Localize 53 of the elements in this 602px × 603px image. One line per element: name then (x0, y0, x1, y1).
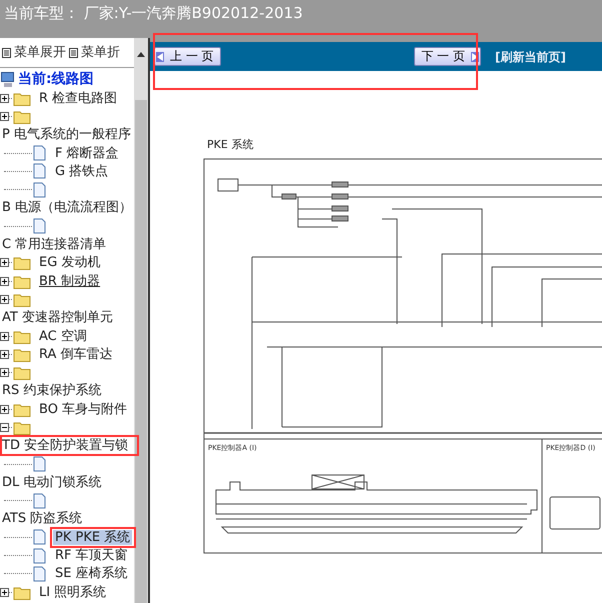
tree-item-label[interactable]: R 检查电路图 (37, 90, 120, 106)
expand-icon[interactable] (0, 257, 13, 268)
refresh-link[interactable]: [刷新当前页] (495, 48, 566, 66)
expand-icon[interactable] (0, 294, 13, 305)
tree-item-label[interactable]: LI 照明系统 (37, 584, 108, 600)
document-icon (32, 182, 47, 198)
next-page-button[interactable]: 下 一 页 (414, 47, 482, 66)
diagram-title: PKE 系统 (207, 137, 254, 153)
tree-item-label[interactable]: B 电源（电流流程图） (0, 200, 134, 216)
document-icon (32, 566, 47, 582)
scroll-up-icon (137, 52, 145, 57)
expand-icon[interactable] (0, 348, 13, 360)
document-icon (32, 529, 47, 546)
expand-icon[interactable] (0, 367, 13, 378)
tree-item-label[interactable]: RS 约束保护系统 (0, 383, 104, 398)
document-icon (32, 145, 47, 162)
scrollbar-thumb[interactable] (135, 100, 147, 603)
tree-item-label[interactable]: EG 发动机 (37, 255, 102, 270)
expand-icon[interactable] (0, 404, 13, 415)
collapse-icon[interactable] (0, 422, 13, 433)
expand-icon[interactable] (0, 92, 13, 104)
current-page-label: 当前:线路图 (18, 72, 94, 86)
tree-item-label[interactable]: SE 座椅系统 (53, 566, 130, 582)
document-icon (32, 163, 47, 180)
document-icon (32, 548, 47, 564)
previous-page-button[interactable]: 上 一 页 (154, 47, 221, 66)
scrollbar[interactable] (134, 38, 148, 603)
expand-icon[interactable] (0, 586, 13, 598)
list-icon (69, 48, 78, 58)
document-icon (32, 218, 47, 234)
tree-item-label[interactable]: AT 变速器控制单元 (0, 310, 115, 326)
expand-icon[interactable] (0, 276, 13, 287)
menu-link[interactable]: 菜单展开 (14, 42, 66, 62)
tree-item-label[interactable]: PK PKE 系统 (53, 530, 132, 545)
document-icon (32, 456, 47, 472)
tree-item-label[interactable]: F 熔断器盒 (53, 146, 121, 161)
document-icon (32, 492, 47, 509)
tree-item-label[interactable]: G 搭铁点 (53, 164, 110, 179)
tree-item-label[interactable]: ATS 防盗系统 (0, 511, 84, 526)
expand-icon[interactable] (0, 330, 13, 342)
tree-item-label[interactable]: BR 制动器 (37, 274, 102, 289)
left-arrow-icon (156, 52, 164, 62)
tree-item-label[interactable]: TD 安全防护装置与锁 (0, 438, 130, 454)
tree-item-label[interactable]: C 常用连接器清单 (0, 237, 108, 252)
tree-item-label[interactable]: AC 空调 (37, 328, 89, 344)
tree-item-label[interactable]: DL 电动门锁系统 (0, 474, 104, 490)
tree-item-label[interactable]: BO 车身与附件 (37, 402, 130, 417)
tree-item-label[interactable]: P 电气系统的一般程序 (0, 127, 133, 142)
menu-link[interactable]: 菜单折 (81, 42, 120, 62)
tree-item-label[interactable]: RA 倒车雷达 (37, 346, 115, 362)
expand-icon[interactable] (0, 110, 13, 122)
tree-item-label[interactable]: RF 车顶天窗 (53, 548, 130, 564)
computer-icon (0, 72, 15, 86)
